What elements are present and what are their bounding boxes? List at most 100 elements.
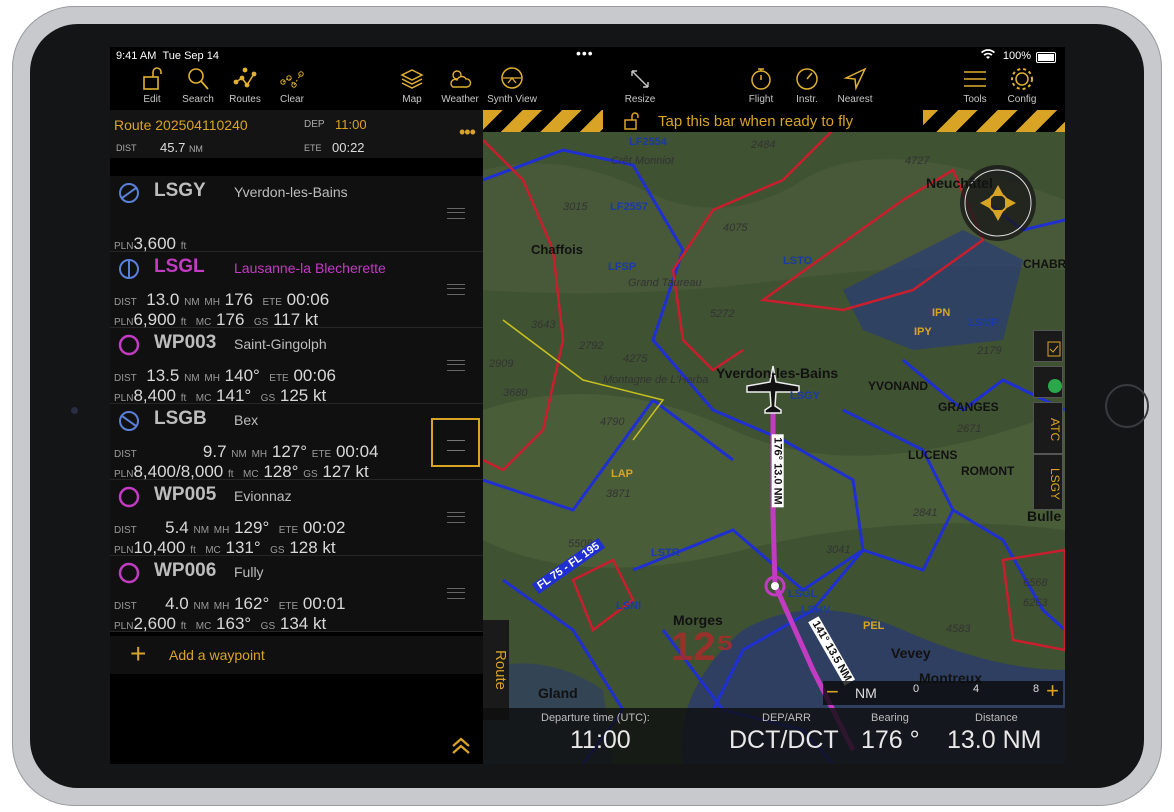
add-waypoint-row[interactable]: + Add a waypoint xyxy=(110,636,483,674)
config-button[interactable]: Config xyxy=(994,65,1050,105)
scale-tick: 0 xyxy=(913,683,920,695)
map-label: GRANGES xyxy=(938,400,999,414)
status-time: 9:41 AM Tue Sep 14 xyxy=(116,50,219,62)
dep-label: DEP xyxy=(304,119,325,130)
map-label[interactable]: LSNI xyxy=(616,600,641,612)
reorder-handle-icon[interactable] xyxy=(447,588,465,599)
map-label: 12⁵ xyxy=(671,625,735,669)
waypoint-row[interactable]: LSGL Lausanne-la Blecherette DIST 13.0 N… xyxy=(110,252,483,329)
top-toolbar: Edit Search Routes Clear Map Weather Syn… xyxy=(110,65,1065,110)
lsgy-tab[interactable]: LSGY xyxy=(1033,454,1063,510)
map-label[interactable]: LAP xyxy=(611,468,633,480)
plus-icon: + xyxy=(130,638,147,669)
multitask-dots[interactable]: ••• xyxy=(576,47,594,61)
map-label: Crêt Monniot xyxy=(611,155,674,167)
departure-value[interactable]: 11:00 xyxy=(570,726,631,755)
map-label: 3680 xyxy=(503,387,528,399)
map-label: 3643 xyxy=(531,319,556,331)
home-button[interactable] xyxy=(1105,384,1149,428)
checklist-icon[interactable] xyxy=(1033,330,1063,362)
route-tab[interactable]: Route xyxy=(483,620,509,720)
airport-icon xyxy=(119,259,139,279)
waypoint-code: LSGL xyxy=(154,256,205,277)
map-label: Gland xyxy=(538,685,578,701)
ete-label: ETE xyxy=(304,143,322,153)
unlock-icon xyxy=(624,112,639,130)
waypoint-row[interactable]: WP006 Fully DIST 4.0 NM MH 162° ETE 00:0… xyxy=(110,556,483,633)
route-leg-label[interactable]: 176° 13.0 NM xyxy=(771,434,784,508)
reorder-handle-icon[interactable] xyxy=(447,360,465,371)
zoom-out-button[interactable]: − xyxy=(826,679,839,705)
navigation-arrow-icon xyxy=(827,65,883,93)
selected-reorder-handle[interactable] xyxy=(431,418,480,467)
map-label: Neuchâtel xyxy=(926,175,993,191)
waypoint-row[interactable]: LSGB Bex DIST 9.7 NM MH 127° ETE 00:04 P… xyxy=(110,404,483,481)
map-label[interactable]: LSHV xyxy=(801,604,830,616)
scale-tick: 8 xyxy=(1033,683,1040,695)
map-label[interactable]: LSMP xyxy=(968,317,999,329)
expand-chevron-icon[interactable] xyxy=(450,736,472,761)
map-label: 4275 xyxy=(623,353,648,365)
map-label[interactable]: LSGL xyxy=(788,588,817,600)
map-label[interactable]: LSTR xyxy=(651,547,680,559)
map-label[interactable]: PEL xyxy=(863,620,884,632)
route-header[interactable]: Route 202504110240 DEP 11:00 DIST 45.7 N… xyxy=(110,110,483,158)
more-options-button[interactable]: ••• xyxy=(459,122,476,143)
bearing-value[interactable]: 176 ° xyxy=(861,726,920,755)
clear-button[interactable]: Clear xyxy=(264,65,320,105)
waypoint-pln: PLN3,600 ft xyxy=(114,234,187,253)
map-label[interactable]: IPN xyxy=(932,307,950,319)
waypoint-name: Yverdon-les-Bains xyxy=(234,184,348,200)
weather-button[interactable]: Weather xyxy=(432,65,488,105)
map-label[interactable]: LSTO xyxy=(783,255,812,267)
nearest-button[interactable]: Nearest xyxy=(827,65,883,105)
battery-icon xyxy=(1036,52,1056,63)
route-title: Route 202504110240 xyxy=(114,117,248,133)
waypoint-name: Evionnaz xyxy=(234,488,292,504)
map-label[interactable]: IPY xyxy=(914,326,932,338)
map-label: LUCENS xyxy=(908,448,958,462)
map-label: 3871 xyxy=(606,488,631,500)
map-label: 2792 xyxy=(579,340,604,352)
map-label: 2484 xyxy=(751,139,776,151)
zoom-in-button[interactable]: + xyxy=(1046,678,1059,704)
dep-value: 11:00 xyxy=(335,117,367,132)
map-label: 4075 xyxy=(723,222,748,234)
reorder-handle-icon[interactable] xyxy=(447,284,465,295)
atc-tab[interactable]: ATC xyxy=(1033,402,1063,454)
map-label[interactable]: LF2557 xyxy=(610,201,648,213)
resize-button[interactable]: Resize xyxy=(612,65,668,105)
map-label: 3015 xyxy=(563,201,588,213)
user-waypoint-icon xyxy=(118,486,140,508)
map-scale-bar: − NM 0 4 8 + xyxy=(823,678,1063,705)
route-panel: Route 202504110240 DEP 11:00 DIST 45.7 N… xyxy=(110,110,483,764)
reorder-handle-icon[interactable] xyxy=(447,512,465,523)
map-label: 2841 xyxy=(913,507,938,519)
deparr-value[interactable]: DCT/DCT xyxy=(729,726,839,755)
status-bar: 9:41 AM Tue Sep 14 ••• 100% xyxy=(110,47,1065,65)
waypoint-row[interactable]: WP003 Saint-Gingolph DIST 13.5 NM MH 140… xyxy=(110,328,483,405)
waypoint-code: LSGB xyxy=(154,408,207,429)
map-label: 6263 xyxy=(1023,597,1048,609)
waypoint-row[interactable]: LSGY Yverdon-les-Bains PLN3,600 ft xyxy=(110,176,483,253)
synth-view-button[interactable]: Synth View xyxy=(484,65,540,105)
map-label[interactable]: LFSP xyxy=(608,261,636,273)
user-waypoint-icon xyxy=(118,562,140,584)
moving-map[interactable]: Tap this bar when ready to fly LF2554 Cr… xyxy=(483,110,1065,764)
map-label[interactable]: LSGY xyxy=(790,390,820,402)
map-label: 6568 xyxy=(1023,577,1048,589)
deparr-label: DEP/ARR xyxy=(762,712,811,724)
map-label[interactable]: LF2554 xyxy=(629,136,667,148)
reorder-handle-icon[interactable] xyxy=(447,208,465,219)
waypoint-code: WP006 xyxy=(154,560,217,581)
scale-tick: 4 xyxy=(973,683,980,695)
waypoint-leg-line1: DIST 13.0 NM MH 176 ETE 00:06 xyxy=(114,290,330,309)
gps-status-icon[interactable] xyxy=(1033,366,1063,398)
map-label: 3041 xyxy=(826,544,851,556)
dist-value: 45.7 NM xyxy=(160,140,203,155)
waypoint-leg-line2: PLN10,400 ft MC 131° GS 128 kt xyxy=(114,538,336,557)
waypoint-row[interactable]: WP005 Evionnaz DIST 5.4 NM MH 129° ETE 0… xyxy=(110,480,483,557)
waypoint-leg-line2: PLN6,900 ft MC 176 GS 117 kt xyxy=(114,310,319,329)
departure-label: Departure time (UTC): xyxy=(541,712,650,724)
distance-value[interactable]: 13.0 NM xyxy=(947,726,1041,755)
